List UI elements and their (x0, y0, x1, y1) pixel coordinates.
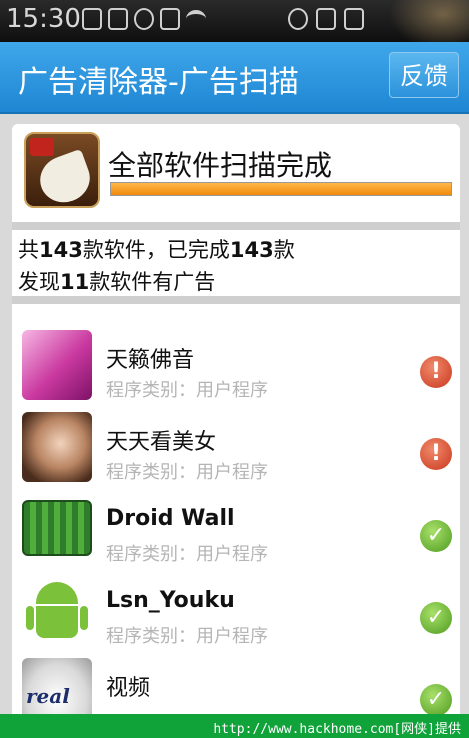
android-icon (22, 576, 92, 646)
check-icon: ✓ (420, 520, 452, 552)
total-count: 143 (39, 238, 83, 262)
list-item[interactable]: real 视频 ✓ (12, 650, 460, 714)
app-name: 视频 (106, 676, 151, 701)
list-item[interactable]: 天籁佛音 程序类别：用户程序 ! (12, 322, 460, 404)
broom-icon (33, 148, 97, 206)
app-name: Droid Wall (106, 506, 235, 531)
wifi-icon (186, 10, 206, 28)
check-icon: ✓ (420, 602, 452, 634)
sim-icon (160, 8, 180, 30)
list-item[interactable]: Lsn_Youku 程序类别：用户程序 ✓ (12, 568, 460, 650)
summary-text: 发现 (18, 270, 60, 294)
realplayer-icon: real (22, 658, 92, 714)
check-icon: ✓ (420, 684, 452, 714)
done-count: 143 (229, 238, 274, 262)
app-badge (30, 138, 54, 156)
battery-icon (82, 8, 102, 30)
ad-cleaner-app-icon (24, 132, 100, 208)
ad-app-count: 11 (60, 270, 90, 294)
divider (12, 222, 460, 230)
divider (12, 296, 460, 304)
scan-status-text: 全部软件扫描完成 (108, 149, 333, 182)
app-type: 程序类别：用户程序 (106, 380, 268, 401)
summary-text: 款 (273, 238, 295, 262)
usb-icon (344, 8, 364, 30)
droidwall-icon (22, 500, 92, 556)
status-icons-left (82, 8, 206, 30)
app-name: 天天看美女 (106, 430, 217, 455)
scan-progress-fill (111, 183, 451, 195)
summary-text: 款软件，已完成 (82, 238, 230, 262)
app-name: 天籁佛音 (106, 348, 195, 373)
warning-icon: ! (420, 356, 452, 388)
app-type: 程序类别：用户程序 (106, 462, 268, 483)
title-bar: 广告清除器-广告扫描 反馈 (0, 42, 469, 114)
alarm-icon (134, 8, 154, 30)
status-bar: 15:30 (0, 0, 469, 50)
scan-summary: 共143款软件，已完成143款 发现11款软件有广告 (12, 230, 460, 296)
list-item[interactable]: Droid Wall 程序类别：用户程序 ✓ (12, 486, 460, 568)
status-icons-right (288, 8, 364, 30)
media-icon (316, 8, 336, 30)
app-type: 程序类别：用户程序 (106, 626, 268, 647)
app-list: 天籁佛音 程序类别：用户程序 ! 天天看美女 程序类别：用户程序 ! Droid… (12, 304, 460, 714)
scan-progress-bar (110, 182, 452, 196)
page-title: 广告清除器-广告扫描 (18, 65, 299, 100)
pause-icon (288, 8, 308, 30)
list-item[interactable]: 天天看美女 程序类别：用户程序 ! (12, 404, 460, 486)
app-name: Lsn_Youku (106, 588, 235, 613)
scan-status-card: 全部软件扫描完成 (12, 124, 460, 222)
source-banner: http://www.hackhome.com[网侠]提供 (0, 714, 469, 738)
summary-line-total: 共143款软件，已完成143款 (18, 234, 295, 264)
buddha-music-icon (22, 330, 92, 400)
app-type: 程序类别：用户程序 (106, 544, 268, 565)
summary-text: 款软件有广告 (89, 270, 216, 294)
summary-line-ads: 发现11款软件有广告 (18, 266, 215, 296)
summary-text: 共 (18, 238, 39, 262)
warning-icon: ! (420, 438, 452, 470)
beauty-photo-icon (22, 412, 92, 482)
banner-text: http://www.hackhome.com[网侠]提供 (213, 722, 461, 737)
feedback-button[interactable]: 反馈 (389, 52, 459, 98)
signal-icon (108, 8, 128, 30)
status-time: 15:30 (6, 4, 81, 34)
